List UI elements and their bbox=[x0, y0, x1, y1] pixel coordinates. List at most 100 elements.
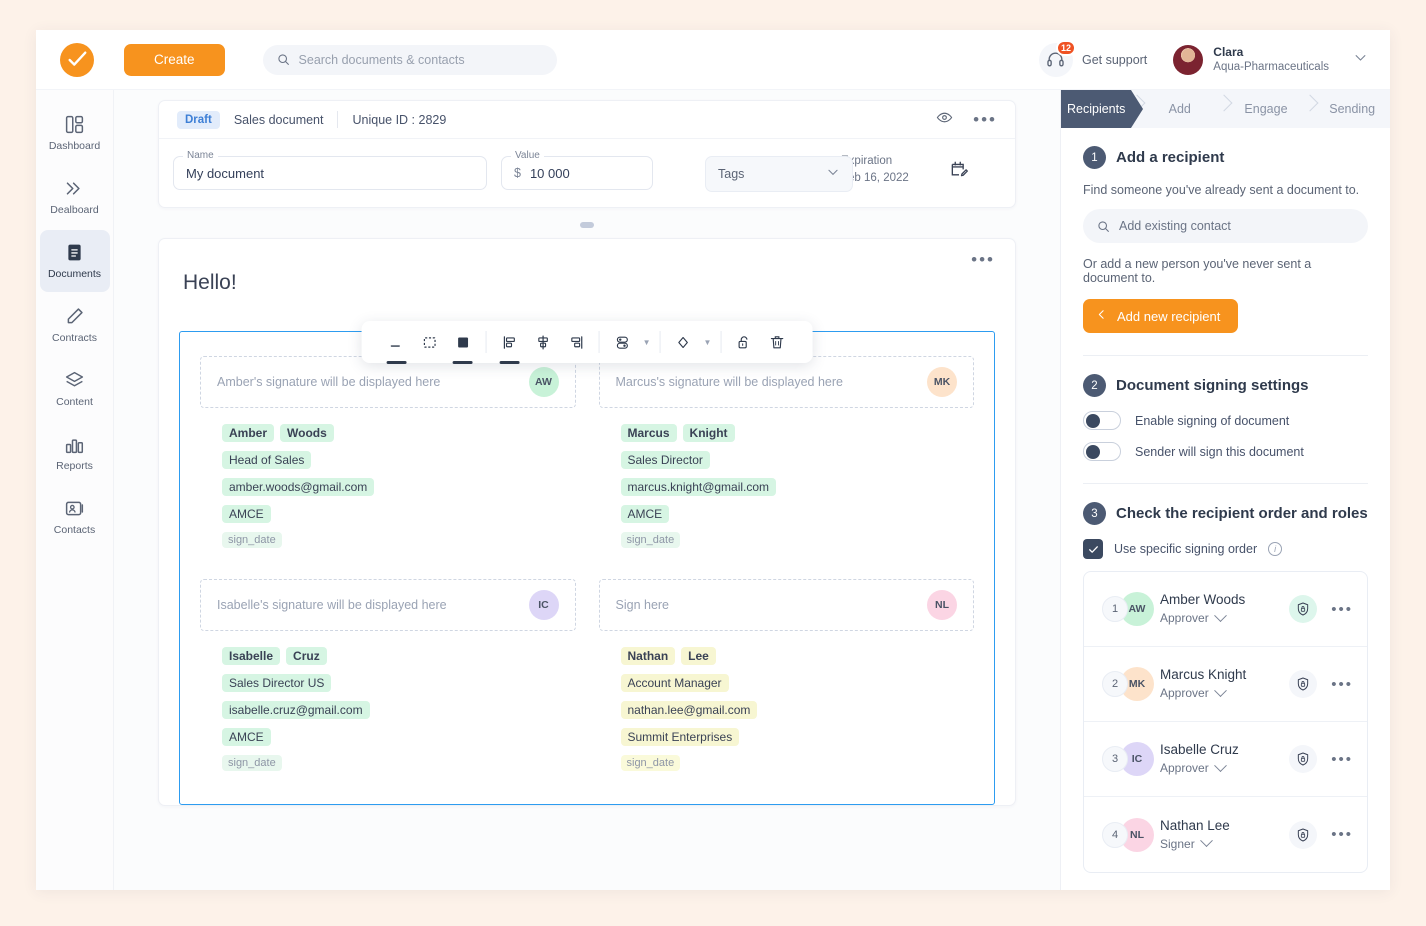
company-token[interactable]: AMCE bbox=[222, 505, 271, 523]
sidebar-item-contacts[interactable]: Contacts bbox=[40, 486, 110, 548]
signature-input[interactable]: Marcus's signature will be displayed her… bbox=[599, 356, 975, 408]
existing-contact-search-input[interactable]: Add existing contact bbox=[1083, 209, 1368, 243]
table-row[interactable]: 2 MK Marcus Knight Approver ••• bbox=[1084, 647, 1367, 722]
sign-date-token[interactable]: sign_date bbox=[621, 755, 681, 771]
recipient-more-button[interactable]: ••• bbox=[1331, 827, 1353, 842]
signature-input[interactable]: Isabelle's signature will be displayed h… bbox=[200, 579, 576, 631]
company-token[interactable]: Summit Enterprises bbox=[621, 728, 740, 746]
table-row[interactable]: 1 AW Amber Woods Approver ••• bbox=[1084, 572, 1367, 647]
document-name-field[interactable]: Name My document bbox=[173, 156, 487, 190]
chevron-down-icon[interactable] bbox=[1214, 609, 1227, 622]
title-token[interactable]: Sales Director bbox=[621, 451, 710, 469]
chevron-down-icon[interactable] bbox=[1214, 759, 1227, 772]
create-button[interactable]: Create bbox=[124, 44, 225, 76]
recipient-name: Marcus Knight bbox=[1160, 666, 1289, 685]
chevron-down-icon[interactable]: ▼ bbox=[643, 338, 651, 347]
recipient-more-button[interactable]: ••• bbox=[1331, 677, 1353, 692]
get-support-button[interactable]: 12 Get support bbox=[1039, 43, 1147, 77]
shield-lock-icon[interactable] bbox=[1289, 670, 1317, 698]
first-name-token[interactable]: Amber bbox=[222, 424, 274, 442]
email-token[interactable]: marcus.knight@gmail.com bbox=[621, 478, 777, 496]
align-left-icon[interactable] bbox=[496, 327, 524, 357]
recipient-fields: Amber Woods Head of Sales amber.woods@gm… bbox=[222, 424, 576, 548]
global-search-input[interactable]: Search documents & contacts bbox=[263, 45, 557, 75]
title-token[interactable]: Account Manager bbox=[621, 674, 729, 692]
diamond-icon[interactable] bbox=[670, 327, 698, 357]
sign-date-token[interactable]: sign_date bbox=[621, 532, 681, 548]
shield-lock-icon[interactable] bbox=[1289, 745, 1317, 773]
email-token[interactable]: isabelle.cruz@gmail.com bbox=[222, 701, 370, 719]
toggle-list-icon[interactable] bbox=[609, 327, 637, 357]
dashed-box-icon[interactable] bbox=[416, 327, 444, 357]
recipient-more-button[interactable]: ••• bbox=[1331, 602, 1353, 617]
signature-block: Amber's signature will be displayed here… bbox=[200, 356, 576, 557]
title-token[interactable]: Head of Sales bbox=[222, 451, 311, 469]
filled-box-icon[interactable] bbox=[449, 327, 477, 357]
sign-date-token[interactable]: sign_date bbox=[222, 532, 282, 548]
sender-will-sign-toggle[interactable] bbox=[1083, 442, 1121, 461]
first-name-token[interactable]: Nathan bbox=[621, 647, 676, 665]
first-name-token[interactable]: Marcus bbox=[621, 424, 677, 442]
tab-engage[interactable]: Engage bbox=[1228, 90, 1304, 128]
line-icon[interactable] bbox=[383, 327, 411, 357]
shield-lock-icon[interactable] bbox=[1289, 595, 1317, 623]
last-name-token[interactable]: Cruz bbox=[286, 647, 327, 665]
document-more-button[interactable]: ••• bbox=[973, 111, 997, 128]
add-new-recipient-button[interactable]: Add new recipient bbox=[1083, 299, 1238, 333]
tab-sending[interactable]: Sending bbox=[1314, 90, 1390, 128]
unlock-icon[interactable] bbox=[730, 327, 758, 357]
divider bbox=[337, 111, 338, 128]
chevron-down-icon[interactable]: ▼ bbox=[704, 338, 712, 347]
trash-icon[interactable] bbox=[763, 327, 791, 357]
align-right-icon[interactable] bbox=[562, 327, 590, 357]
main-body: Dashboard Dealboard Documents Contracts … bbox=[36, 90, 1390, 890]
email-token[interactable]: nathan.lee@gmail.com bbox=[621, 701, 758, 719]
last-name-token[interactable]: Knight bbox=[683, 424, 735, 442]
resize-handle[interactable] bbox=[580, 222, 594, 228]
title-token[interactable]: Sales Director US bbox=[222, 674, 331, 692]
sidebar-item-documents[interactable]: Documents bbox=[40, 230, 110, 292]
shield-lock-icon[interactable] bbox=[1289, 821, 1317, 849]
last-name-token[interactable]: Woods bbox=[280, 424, 334, 442]
tags-dropdown[interactable]: Tags bbox=[705, 156, 853, 192]
signature-field-group[interactable]: + Amber's signature will be displayed he… bbox=[179, 331, 995, 805]
document-value-field[interactable]: Value $ 10 000 bbox=[501, 156, 653, 190]
eye-icon[interactable] bbox=[936, 109, 953, 131]
info-icon[interactable]: i bbox=[1268, 542, 1282, 556]
enable-signing-toggle[interactable] bbox=[1083, 411, 1121, 430]
pen-icon bbox=[64, 306, 85, 327]
chevron-down-icon[interactable] bbox=[1214, 684, 1227, 697]
sidebar-item-label: Contracts bbox=[52, 332, 97, 344]
content-more-button[interactable]: ••• bbox=[971, 251, 995, 268]
sidebar-item-dashboard[interactable]: Dashboard bbox=[40, 102, 110, 164]
align-center-icon[interactable] bbox=[529, 327, 557, 357]
sidebar-item-reports[interactable]: Reports bbox=[40, 422, 110, 484]
signature-block: Marcus's signature will be displayed her… bbox=[592, 356, 975, 557]
user-menu[interactable]: Clara Aqua-Pharmaceuticals bbox=[1173, 45, 1368, 75]
tab-add[interactable]: Add bbox=[1142, 90, 1218, 128]
document-content-card: ••• Hello! bbox=[158, 238, 1016, 806]
signature-row: Amber's signature will be displayed here… bbox=[200, 356, 974, 557]
sign-date-token[interactable]: sign_date bbox=[222, 755, 282, 771]
tab-recipients[interactable]: Recipients bbox=[1061, 90, 1131, 128]
calendar-edit-icon[interactable] bbox=[949, 159, 969, 184]
last-name-token[interactable]: Lee bbox=[681, 647, 716, 665]
signing-order-checkbox[interactable] bbox=[1083, 539, 1103, 559]
table-row[interactable]: 3 IC Isabelle Cruz Approver ••• bbox=[1084, 722, 1367, 797]
recipient-more-button[interactable]: ••• bbox=[1331, 752, 1353, 767]
document-name-label: Name bbox=[183, 150, 218, 161]
panel-tabs: Recipients Add Engage Sending bbox=[1061, 90, 1390, 128]
sidebar-item-contracts[interactable]: Contracts bbox=[40, 294, 110, 356]
company-token[interactable]: AMCE bbox=[222, 728, 271, 746]
email-token[interactable]: amber.woods@gmail.com bbox=[222, 478, 374, 496]
sidebar-item-dealboard[interactable]: Dealboard bbox=[40, 166, 110, 228]
chevron-down-icon[interactable] bbox=[1353, 50, 1368, 70]
signature-input[interactable]: Sign here NL bbox=[599, 579, 975, 631]
table-row[interactable]: 4 NL Nathan Lee Signer ••• bbox=[1084, 797, 1367, 872]
sidebar-item-content[interactable]: Content bbox=[40, 358, 110, 420]
company-token[interactable]: AMCE bbox=[621, 505, 670, 523]
app-logo-icon[interactable] bbox=[60, 43, 94, 77]
chevron-down-icon[interactable] bbox=[1200, 835, 1213, 848]
recipient-role: Approver bbox=[1160, 760, 1209, 777]
first-name-token[interactable]: Isabelle bbox=[222, 647, 280, 665]
